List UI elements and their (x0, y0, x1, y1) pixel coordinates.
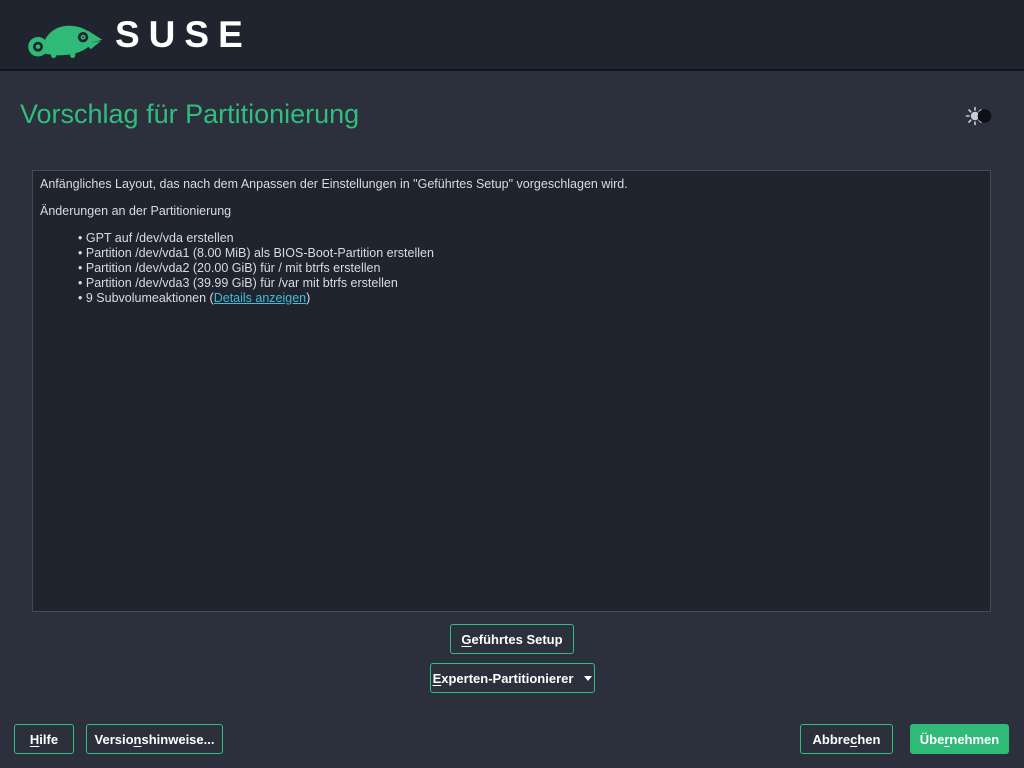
relnotes-label-mnemonic: n (134, 732, 142, 747)
page-title: Vorschlag für Partitionierung (20, 99, 359, 130)
brand-text: SUSE (115, 16, 252, 53)
cancel-label-pre: Abbre (813, 732, 851, 747)
cancel-label: hen (857, 732, 880, 747)
expert-label: xperten-Partitionierer (441, 671, 573, 686)
action-item: Partition /dev/vda2 (20.00 GiB) für / mi… (78, 261, 983, 276)
chameleon-icon (25, 11, 103, 59)
topbar: SUSE (0, 0, 1024, 71)
expert-label-mnemonic: E (433, 671, 442, 686)
expert-partitioner-button[interactable]: Experten-Partitionierer (430, 663, 595, 693)
release-notes-button[interactable]: Versionshinweise... (86, 724, 223, 754)
guided-setup-button[interactable]: Geführtes Setup (450, 624, 574, 654)
action-item-subvolumes: 9 Subvolumeaktionen (Details anzeigen) (78, 291, 983, 306)
installer-window: SUSE Vorschlag für Partitionierung Anfän… (0, 0, 1024, 768)
suse-logo: SUSE (25, 11, 252, 59)
relnotes-label-pre: Versio (95, 732, 134, 747)
intro-text: Anfängliches Layout, das nach dem Anpass… (40, 177, 983, 191)
guided-setup-label: eführtes Setup (472, 632, 563, 647)
proposal-summary-panel: Anfängliches Layout, das nach dem Anpass… (32, 170, 991, 612)
sun-moon-icon (964, 104, 994, 128)
action-item: Partition /dev/vda3 (39.99 GiB) für /var… (78, 276, 983, 291)
action-item: GPT auf /dev/vda erstellen (78, 231, 983, 246)
help-label-mnemonic: H (30, 732, 39, 747)
partitioning-actions-list: GPT auf /dev/vda erstellen Partition /de… (40, 231, 983, 306)
help-label: ilfe (39, 732, 58, 747)
cancel-button[interactable]: Abbrechen (800, 724, 893, 754)
details-link[interactable]: Details anzeigen (214, 291, 306, 305)
accept-label-pre: Übe (920, 732, 945, 747)
changes-heading: Änderungen an der Partitionierung (40, 204, 983, 218)
theme-toggle-button[interactable] (964, 104, 994, 131)
help-button[interactable]: Hilfe (14, 724, 74, 754)
accept-button[interactable]: Übernehmen (910, 724, 1009, 754)
relnotes-label: shinweise... (142, 732, 215, 747)
guided-setup-label-mnemonic: G (461, 632, 471, 647)
subvolumes-suffix: ) (306, 291, 310, 305)
subvolumes-prefix: 9 Subvolumeaktionen ( (86, 291, 214, 305)
action-item: Partition /dev/vda1 (8.00 MiB) als BIOS-… (78, 246, 983, 261)
accept-label: nehmen (949, 732, 999, 747)
chevron-down-icon (584, 676, 592, 681)
